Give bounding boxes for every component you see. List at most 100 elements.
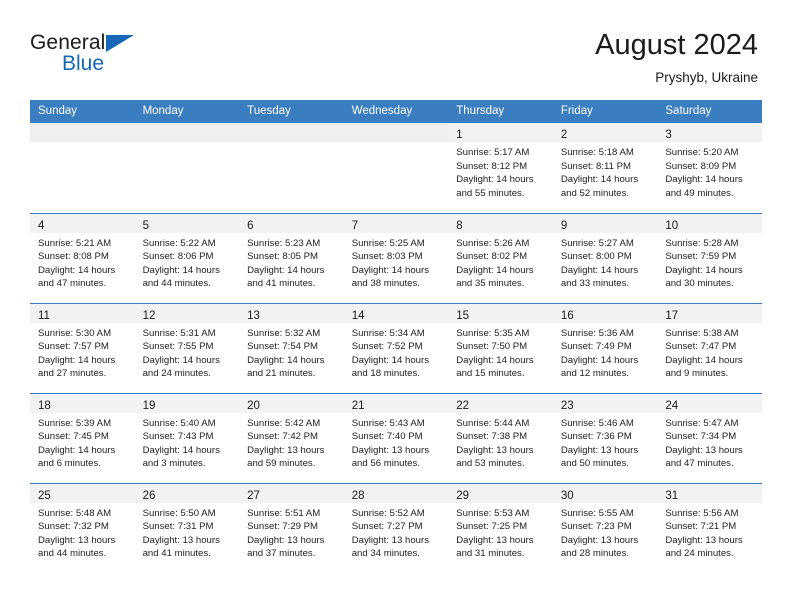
daylight-duration-line1: Daylight: 14 hours bbox=[247, 264, 325, 276]
daylight-duration-line2: and 34 minutes. bbox=[351, 548, 420, 560]
sunrise-time: Sunrise: 5:34 AM bbox=[351, 327, 425, 339]
daylight-duration-line2: and 47 minutes. bbox=[665, 458, 734, 470]
calendar-day-cell[interactable]: 13 Sunrise: 5:32 AM Sunset: 7:54 PM Dayligh… bbox=[239, 302, 344, 393]
day-number-band bbox=[239, 123, 344, 142]
day-number-band: 31 bbox=[657, 483, 762, 503]
calendar-day-cell[interactable]: 6 Sunrise: 5:23 AM Sunset: 8:05 PM Daylight… bbox=[239, 212, 344, 303]
day-number-band: 29 bbox=[448, 483, 553, 503]
day-details: Sunrise: 5:40 AM Sunset: 7:43 PM Daylight:… bbox=[135, 413, 240, 471]
calendar-week-row: 4 Sunrise: 5:21 AM Sunset: 8:08 PM Daylight… bbox=[30, 212, 762, 303]
day-details: Sunrise: 5:30 AM Sunset: 7:57 PM Daylight:… bbox=[30, 323, 135, 381]
daylight-duration-line1: Daylight: 13 hours bbox=[142, 534, 220, 546]
calendar-day-cell[interactable]: 20 Sunrise: 5:42 AM Sunset: 7:42 PM Dayligh… bbox=[239, 392, 344, 483]
day-number: 29 bbox=[456, 489, 470, 502]
daylight-duration-line2: and 53 minutes. bbox=[456, 458, 525, 470]
day-number: 8 bbox=[456, 219, 463, 232]
day-details: Sunrise: 5:17 AM Sunset: 8:12 PM Daylight:… bbox=[448, 142, 553, 200]
daylight-duration-line2: and 9 minutes. bbox=[665, 368, 729, 380]
calendar-day-cell[interactable]: 18 Sunrise: 5:39 AM Sunset: 7:45 PM Dayligh… bbox=[30, 392, 135, 483]
day-details: Sunrise: 5:51 AM Sunset: 7:29 PM Daylight:… bbox=[239, 503, 344, 561]
calendar-day-cell[interactable]: 11 Sunrise: 5:30 AM Sunset: 7:57 PM Dayligh… bbox=[30, 302, 135, 393]
calendar-day-cell[interactable]: 15 Sunrise: 5:35 AM Sunset: 7:50 PM Dayligh… bbox=[448, 302, 553, 393]
sunset-time: Sunset: 8:03 PM bbox=[351, 251, 423, 263]
calendar-day-cell[interactable]: 17 Sunrise: 5:38 AM Sunset: 7:47 PM Dayligh… bbox=[657, 302, 762, 393]
day-details: Sunrise: 5:21 AM Sunset: 8:08 PM Daylight:… bbox=[30, 233, 135, 291]
calendar-day-cell[interactable]: 25 Sunrise: 5:48 AM Sunset: 7:32 PM Dayligh… bbox=[30, 482, 135, 573]
calendar-day-cell[interactable]: 1 Sunrise: 5:17 AM Sunset: 8:12 PM Daylight… bbox=[448, 123, 553, 213]
day-details: Sunrise: 5:20 AM Sunset: 8:09 PM Daylight:… bbox=[657, 142, 762, 200]
calendar-day-cell[interactable]: 5 Sunrise: 5:22 AM Sunset: 8:06 PM Daylight… bbox=[134, 212, 240, 303]
calendar-day-cell[interactable]: 7 Sunrise: 5:25 AM Sunset: 8:03 PM Daylight… bbox=[343, 212, 449, 303]
sunset-time: Sunset: 7:34 PM bbox=[665, 431, 737, 443]
calendar-table: Sunday Monday Tuesday Wednesday Thursday… bbox=[30, 100, 762, 573]
calendar-day-cell[interactable]: 2 Sunrise: 5:18 AM Sunset: 8:11 PM Daylight… bbox=[552, 123, 658, 213]
weekday-header-wednesday: Wednesday bbox=[343, 100, 449, 123]
daylight-duration-line2: and 44 minutes. bbox=[142, 278, 211, 290]
sunrise-time: Sunrise: 5:32 AM bbox=[247, 327, 321, 339]
day-details: Sunrise: 5:39 AM Sunset: 7:45 PM Daylight:… bbox=[30, 413, 135, 471]
calendar-day-cell[interactable]: 22 Sunrise: 5:44 AM Sunset: 7:38 PM Dayligh… bbox=[448, 392, 553, 483]
calendar-day-cell[interactable]: 12 Sunrise: 5:31 AM Sunset: 7:55 PM Dayligh… bbox=[134, 302, 240, 393]
daylight-duration-line1: Daylight: 14 hours bbox=[142, 444, 220, 456]
day-number: 21 bbox=[351, 399, 365, 412]
daylight-duration-line2: and 38 minutes. bbox=[351, 278, 420, 290]
title-block: August 2024 Pryshyb, Ukraine bbox=[595, 28, 762, 87]
sunrise-time: Sunrise: 5:48 AM bbox=[38, 507, 112, 519]
sunrise-time: Sunrise: 5:55 AM bbox=[560, 507, 634, 519]
calendar-day-cell[interactable]: 19 Sunrise: 5:40 AM Sunset: 7:43 PM Dayligh… bbox=[134, 392, 240, 483]
calendar-day-cell[interactable]: 10 Sunrise: 5:28 AM Sunset: 7:59 PM Dayligh… bbox=[657, 212, 762, 303]
calendar-day-cell[interactable]: 21 Sunrise: 5:43 AM Sunset: 7:40 PM Dayligh… bbox=[343, 392, 449, 483]
calendar-day-cell[interactable]: 4 Sunrise: 5:21 AM Sunset: 8:08 PM Daylight… bbox=[30, 212, 135, 303]
daylight-duration-line2: and 15 minutes. bbox=[456, 368, 525, 380]
daylight-duration-line1: Daylight: 14 hours bbox=[665, 174, 743, 186]
daylight-duration-line1: Daylight: 13 hours bbox=[560, 444, 639, 456]
day-number-band: 23 bbox=[552, 393, 658, 413]
day-details: Sunrise: 5:26 AM Sunset: 8:02 PM Daylight:… bbox=[448, 233, 553, 291]
daylight-duration-line2: and 31 minutes. bbox=[456, 548, 525, 560]
calendar-day-cell-empty bbox=[343, 123, 449, 213]
sunset-time: Sunset: 7:54 PM bbox=[247, 341, 319, 353]
calendar-day-cell[interactable]: 26 Sunrise: 5:50 AM Sunset: 7:31 PM Dayligh… bbox=[134, 482, 240, 573]
calendar-day-cell[interactable]: 8 Sunrise: 5:26 AM Sunset: 8:02 PM Daylight… bbox=[448, 212, 553, 303]
sunrise-time: Sunrise: 5:20 AM bbox=[665, 147, 739, 158]
calendar-day-cell[interactable]: 30 Sunrise: 5:55 AM Sunset: 7:23 PM Dayligh… bbox=[552, 482, 658, 573]
day-number: 13 bbox=[247, 309, 260, 322]
calendar-day-cell[interactable]: 9 Sunrise: 5:27 AM Sunset: 8:00 PM Daylight… bbox=[552, 212, 658, 303]
day-number-band: 20 bbox=[239, 393, 344, 413]
day-number: 25 bbox=[38, 489, 51, 502]
daylight-duration-line2: and 41 minutes. bbox=[247, 278, 316, 290]
calendar-day-cell[interactable]: 31 Sunrise: 5:56 AM Sunset: 7:21 PM Dayligh… bbox=[657, 482, 762, 573]
day-number: 28 bbox=[351, 489, 365, 502]
day-number: 31 bbox=[665, 489, 679, 502]
day-number: 14 bbox=[351, 309, 365, 322]
day-number-band: 13 bbox=[239, 303, 344, 323]
calendar-day-cell[interactable]: 27 Sunrise: 5:51 AM Sunset: 7:29 PM Dayligh… bbox=[239, 482, 344, 573]
calendar-day-cell[interactable]: 23 Sunrise: 5:46 AM Sunset: 7:36 PM Dayligh… bbox=[552, 392, 658, 483]
day-number: 10 bbox=[665, 219, 679, 232]
sunrise-time: Sunrise: 5:17 AM bbox=[456, 147, 530, 158]
sunset-time: Sunset: 8:05 PM bbox=[247, 251, 319, 263]
calendar-day-cell[interactable]: 3 Sunrise: 5:20 AM Sunset: 8:09 PM Daylight… bbox=[657, 123, 762, 213]
sunset-time: Sunset: 8:08 PM bbox=[38, 251, 109, 263]
calendar-day-cell[interactable]: 28 Sunrise: 5:52 AM Sunset: 7:27 PM Dayligh… bbox=[343, 482, 449, 573]
calendar-day-cell[interactable]: 29 Sunrise: 5:53 AM Sunset: 7:25 PM Dayligh… bbox=[448, 482, 553, 573]
day-details: Sunrise: 5:23 AM Sunset: 8:05 PM Daylight:… bbox=[239, 233, 344, 291]
sunrise-time: Sunrise: 5:23 AM bbox=[247, 237, 321, 249]
daylight-duration-line1: Daylight: 14 hours bbox=[560, 354, 639, 366]
page-subtitle: Pryshyb, Ukraine bbox=[655, 70, 758, 85]
day-number: 4 bbox=[38, 219, 45, 232]
sunrise-time: Sunrise: 5:22 AM bbox=[142, 237, 216, 249]
day-number-band: 2 bbox=[552, 123, 658, 142]
day-number-band: 12 bbox=[134, 303, 240, 323]
daylight-duration-line1: Daylight: 14 hours bbox=[560, 264, 639, 276]
calendar-grid: Sunday Monday Tuesday Wednesday Thursday… bbox=[30, 100, 762, 573]
sunrise-time: Sunrise: 5:51 AM bbox=[247, 507, 321, 519]
calendar-day-cell[interactable]: 16 Sunrise: 5:36 AM Sunset: 7:49 PM Dayligh… bbox=[552, 302, 658, 393]
daylight-duration-line2: and 28 minutes. bbox=[560, 548, 630, 560]
sunrise-time: Sunrise: 5:36 AM bbox=[560, 327, 634, 339]
daylight-duration-line2: and 50 minutes. bbox=[560, 458, 630, 470]
calendar-day-cell[interactable]: 24 Sunrise: 5:47 AM Sunset: 7:34 PM Dayligh… bbox=[657, 392, 762, 483]
sunset-time: Sunset: 7:32 PM bbox=[38, 521, 109, 533]
calendar-day-cell[interactable]: 14 Sunrise: 5:34 AM Sunset: 7:52 PM Dayligh… bbox=[343, 302, 449, 393]
day-number-band: 5 bbox=[134, 213, 240, 233]
